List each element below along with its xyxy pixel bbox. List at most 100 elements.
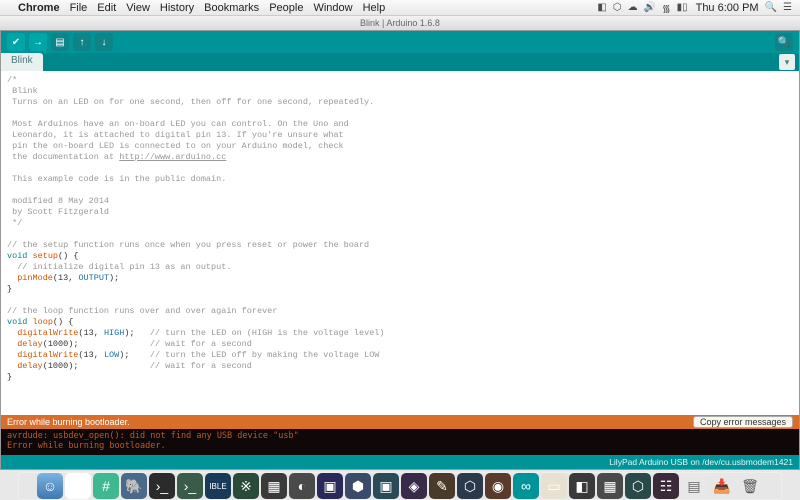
comment: Turns on an LED on for one second, then … — [7, 97, 374, 107]
menu-view[interactable]: View — [126, 2, 150, 14]
open-button[interactable]: ↑ — [73, 33, 91, 51]
app-icon[interactable]: ▤ — [681, 473, 707, 499]
error-title: Error while burning bootloader. — [7, 417, 130, 427]
code: ); — [124, 328, 150, 338]
app-icon[interactable]: ▦ — [597, 473, 623, 499]
menu-bookmarks[interactable]: Bookmarks — [204, 2, 259, 14]
code: ); — [109, 273, 119, 283]
call: digitalWrite — [17, 350, 78, 360]
elephant-icon[interactable]: 🐘 — [121, 473, 147, 499]
board-status: LilyPad Arduino USB on /dev/cu.usbmodem1… — [609, 455, 793, 469]
finder-icon[interactable]: ☺ — [37, 473, 63, 499]
error-console[interactable]: avrdude: usbdev_open(): did not find any… — [1, 429, 799, 455]
comment: the documentation at — [7, 152, 119, 162]
app-icon[interactable]: ◧ — [569, 473, 595, 499]
app-icon[interactable]: ※ — [233, 473, 259, 499]
docs-link[interactable]: http://www.arduino.cc — [119, 152, 226, 162]
trash-icon[interactable]: 🗑 — [737, 473, 763, 499]
code: } — [7, 372, 12, 382]
arduino-toolbar: ✔ → ▤ ↑ ↓ 🔍 — [1, 31, 799, 53]
comment: // the setup function runs once when you… — [7, 240, 369, 250]
code: } — [7, 284, 12, 294]
comment: modified 8 May 2014 — [7, 196, 109, 206]
app-icon[interactable]: ⬡ — [625, 473, 651, 499]
code: () { — [53, 317, 73, 327]
app-icon[interactable]: ◈ — [401, 473, 427, 499]
app-menu[interactable]: Chrome — [18, 2, 60, 14]
notifications-icon[interactable]: ☰ — [783, 2, 792, 13]
chrome-icon[interactable]: ◉ — [65, 473, 91, 499]
menu-window[interactable]: Window — [313, 2, 352, 14]
app-icon[interactable]: ✎ — [429, 473, 455, 499]
downloads-icon[interactable]: 📥 — [709, 473, 735, 499]
app-icon[interactable]: ▣ — [317, 473, 343, 499]
cloud-icon[interactable]: ☁ — [628, 2, 638, 13]
console-line: Error while burning bootloader. — [7, 441, 166, 451]
clock[interactable]: Thu 6:00 PM — [696, 2, 759, 14]
menu-history[interactable]: History — [160, 2, 194, 14]
slack-icon[interactable]: # — [93, 473, 119, 499]
code-editor[interactable]: /* Blink Turns on an LED on for one seco… — [1, 71, 799, 415]
code: () { — [58, 251, 78, 261]
battery-icon[interactable]: ▮▯ — [677, 2, 688, 13]
comment: // initialize digital pin 13 as an outpu… — [7, 262, 231, 272]
app-icon[interactable]: ▦ — [261, 473, 287, 499]
app-icon[interactable]: ⬢ — [345, 473, 371, 499]
comment: Most Arduinos have an on-board LED you c… — [7, 119, 349, 129]
code: (13, — [78, 350, 104, 360]
app-icon[interactable]: ◐ — [289, 473, 315, 499]
tab-bar: Blink ▾ — [1, 53, 799, 71]
keyword: void — [7, 251, 27, 261]
app-icon[interactable]: ▭ — [541, 473, 567, 499]
iterm-icon[interactable]: ›_ — [177, 473, 203, 499]
comment: // the loop function runs over and over … — [7, 306, 277, 316]
comment: by Scott Fitzgerald — [7, 207, 109, 217]
virtualbox-icon[interactable]: ▣ — [373, 473, 399, 499]
verify-button[interactable]: ✔ — [7, 33, 25, 51]
keyword: void — [7, 317, 27, 327]
status-bar: LilyPad Arduino USB on /dev/cu.usbmodem1… — [1, 455, 799, 469]
volume-icon[interactable]: 🔊 — [644, 2, 656, 13]
code: (1000); — [43, 361, 150, 371]
call: delay — [17, 339, 43, 349]
app-icon[interactable]: ☷ — [653, 473, 679, 499]
app-icon[interactable]: ◉ — [485, 473, 511, 499]
comment: */ — [7, 218, 22, 228]
arduino-icon[interactable]: ∞ — [513, 473, 539, 499]
terminal-icon[interactable]: ›_ — [149, 473, 175, 499]
dropbox-icon[interactable]: ⬡ — [613, 2, 622, 13]
call: digitalWrite — [17, 328, 78, 338]
serial-monitor-button[interactable]: 🔍 — [775, 33, 793, 51]
code: (13, — [53, 273, 79, 283]
function: setup — [33, 251, 59, 261]
spotlight-icon[interactable]: 🔍 — [765, 2, 777, 13]
macos-dock: ☺ ◉ # 🐘 ›_ ›_ IBLE ※ ▦ ◐ ▣ ⬢ ▣ ◈ ✎ ⬡ ◉ ∞… — [0, 470, 800, 500]
code: ); — [119, 350, 150, 360]
comment: Leonardo, it is attached to digital pin … — [7, 130, 344, 140]
tab-menu-button[interactable]: ▾ — [779, 54, 795, 70]
menu-people[interactable]: People — [269, 2, 303, 14]
menu-edit[interactable]: Edit — [97, 2, 116, 14]
constant: LOW — [104, 350, 119, 360]
console-line: avrdude: usbdev_open(): did not find any… — [7, 431, 299, 441]
call: pinMode — [17, 273, 53, 283]
status-icon[interactable]: ◧ — [597, 2, 606, 13]
app-icon[interactable]: ⬡ — [457, 473, 483, 499]
window-titlebar: Blink | Arduino 1.6.8 — [0, 16, 800, 30]
upload-button[interactable]: → — [29, 33, 47, 51]
ible-icon[interactable]: IBLE — [205, 473, 231, 499]
tab-blink[interactable]: Blink — [1, 53, 43, 71]
comment: // wait for a second — [150, 361, 252, 371]
comment: // turn the LED on (HIGH is the voltage … — [150, 328, 385, 338]
menu-help[interactable]: Help — [363, 2, 386, 14]
menu-file[interactable]: File — [70, 2, 88, 14]
save-button[interactable]: ↓ — [95, 33, 113, 51]
arduino-window: ✔ → ▤ ↑ ↓ 🔍 Blink ▾ /* Blink Turns on an… — [0, 30, 800, 470]
copy-error-button[interactable]: Copy error messages — [693, 416, 793, 428]
wifi-icon[interactable]: ᯾ — [662, 1, 671, 15]
code: (13, — [78, 328, 104, 338]
comment: // turn the LED off by making the voltag… — [150, 350, 380, 360]
comment: pin the on-board LED is connected to on … — [7, 141, 344, 151]
macos-menubar: Chrome File Edit View History Bookmarks … — [0, 0, 800, 16]
new-button[interactable]: ▤ — [51, 33, 69, 51]
